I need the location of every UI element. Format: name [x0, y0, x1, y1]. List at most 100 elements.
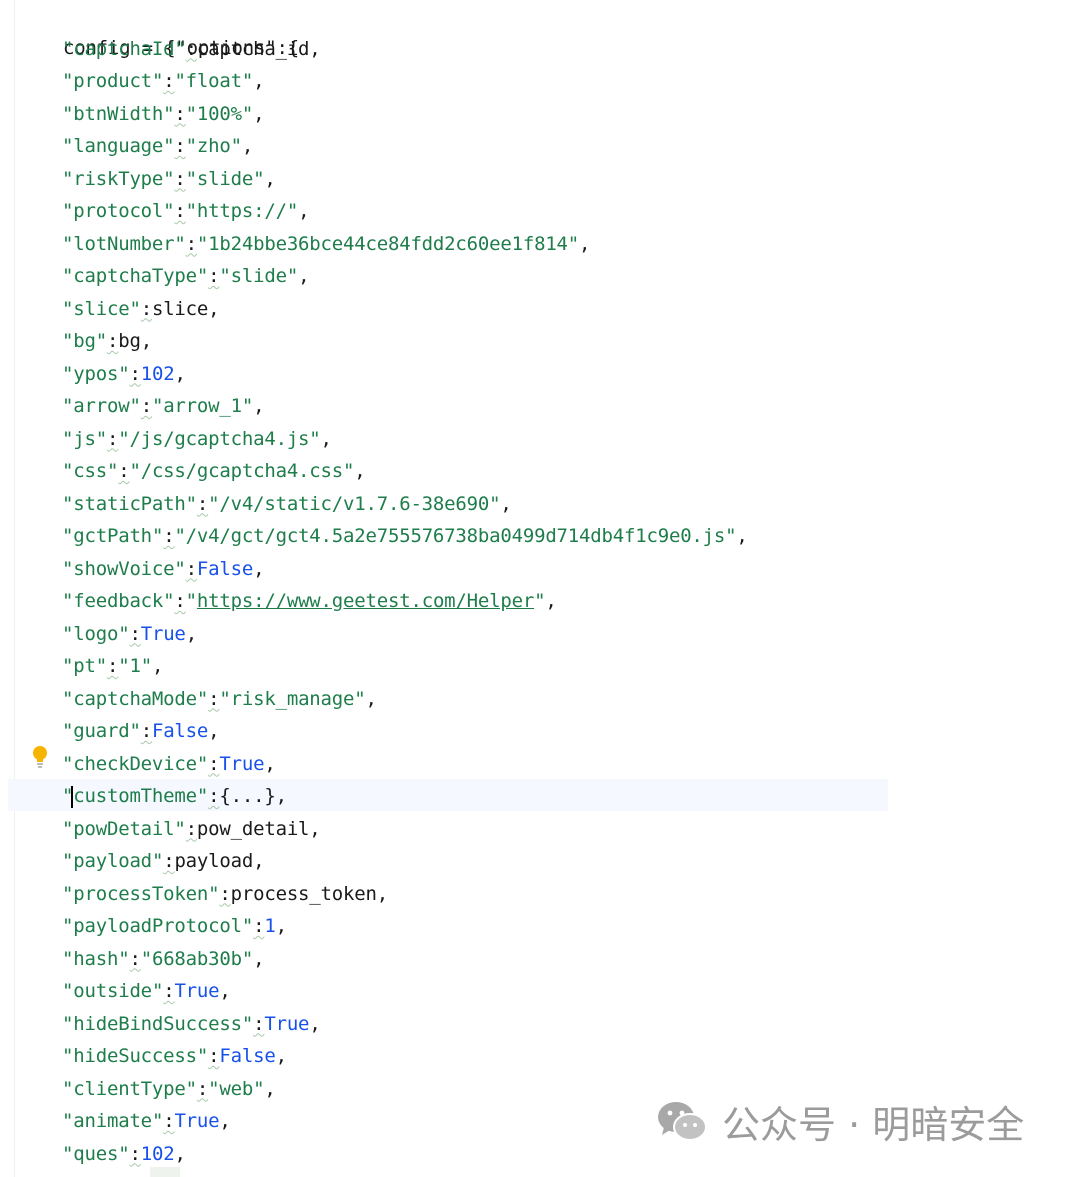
colon-separator: : [253, 915, 265, 937]
code-line-pt[interactable]: "pt":"1", [62, 650, 163, 682]
code-line-guard[interactable]: "guard":False, [62, 715, 220, 747]
key-quote: " [129, 720, 141, 742]
value-str: "/v4/static/v1.7.6-38e690" [208, 492, 501, 515]
key-name: staticPath [73, 492, 186, 515]
key-quote: " [151, 850, 164, 872]
key-quote: " [62, 362, 74, 385]
code-line-showvoice[interactable]: "showVoice":False, [62, 553, 265, 585]
code-line-hash[interactable]: "hash":"668ab30b", [62, 943, 265, 975]
key-quote: " [163, 590, 175, 612]
colon-separator: : [163, 70, 175, 92]
next-line-fragment [150, 1167, 180, 1177]
code-line-processtoken[interactable]: "processToken":process_token, [62, 878, 388, 910]
code-line-lotnumber[interactable]: "lotNumber":"1b24bbe36bce44ce84fdd2c60ee… [62, 228, 590, 260]
colon-separator: : [163, 980, 175, 1002]
key-name: checkDevice [73, 752, 197, 775]
key-name: hash [73, 947, 119, 970]
key-name: clientType [73, 1077, 186, 1100]
code-line-clienttype[interactable]: "clientType":"web", [62, 1073, 276, 1105]
code-line-product[interactable]: "product":"float", [62, 65, 265, 97]
code-line-logo[interactable]: "logo":True, [62, 618, 197, 650]
code-line-ques[interactable]: "ques":102, [62, 1138, 186, 1170]
code-line-captchaid[interactable]: "captchaId":captcha_id, [62, 33, 321, 65]
code-line-staticpath[interactable]: "staticPath":"/v4/static/v1.7.6-38e690", [62, 488, 512, 520]
key-quote: " [196, 752, 209, 775]
key-quote: " [62, 915, 74, 937]
colon-separator: : [129, 622, 141, 645]
code-line-language[interactable]: "language":"zho", [62, 130, 253, 162]
code-line-captchatype[interactable]: "captchaType":"slide", [62, 260, 310, 292]
code-line-btnwidth[interactable]: "btnWidth":"100%", [62, 98, 265, 130]
colon-separator: : [163, 1110, 175, 1132]
key-quote: " [163, 200, 175, 222]
lightbulb-icon[interactable] [31, 745, 49, 769]
trailing-comma: , [253, 102, 265, 125]
key-quote: " [118, 622, 130, 645]
trailing-comma: , [253, 947, 265, 970]
value-str: "/js/gcaptcha4.js" [118, 427, 321, 450]
code-line-gctpath[interactable]: "gctPath":"/v4/gct/gct4.5a2e755576738ba0… [62, 520, 748, 552]
value-kw: True [140, 622, 186, 645]
value-quote: " [185, 590, 197, 612]
code-line-css[interactable]: "css":"/css/gcaptcha4.css", [62, 455, 366, 487]
code-line-customtheme[interactable]: "customTheme":{...}, [62, 780, 287, 812]
value-str: "https://" [185, 200, 299, 222]
key-quote: " [129, 297, 141, 320]
code-line-ypos[interactable]: "ypos":102, [62, 358, 186, 390]
trailing-comma: , [275, 1045, 287, 1067]
code-line-js[interactable]: "js":"/js/gcaptcha4.js", [62, 423, 332, 455]
value-str: "slide" [219, 265, 299, 287]
value-var: pow_detail [196, 817, 310, 840]
code-line-checkdevice[interactable]: "checkDevice":True, [62, 748, 276, 780]
colon-separator: : [163, 525, 175, 547]
value-num: 102 [140, 1142, 175, 1165]
code-line-protocol[interactable]: "protocol":"https://", [62, 195, 310, 227]
value-str: "1b24bbe36bce44ce84fdd2c60ee1f814" [196, 232, 580, 255]
colon-separator: : [174, 590, 186, 612]
colon-separator: : [118, 460, 130, 482]
trailing-comma: , [309, 37, 321, 60]
gutter-divider [14, 0, 15, 1177]
value-num: 1 [264, 915, 276, 937]
code-line-slice[interactable]: "slice":slice, [62, 293, 220, 325]
key-quote: " [95, 655, 107, 677]
code-line-bg[interactable]: "bg":bg, [62, 325, 152, 357]
code-line-powdetail[interactable]: "powDetail":pow_detail, [62, 813, 321, 845]
trailing-comma: , [320, 427, 332, 450]
key-quote: " [62, 655, 74, 677]
key-name: language [73, 135, 164, 157]
code-line-feedback[interactable]: "feedback":"https://www.geetest.com/Help… [62, 585, 557, 617]
key-quote: " [62, 850, 74, 872]
code-line-payloadprotocol[interactable]: "payloadProtocol":1, [62, 910, 287, 942]
key-quote: " [62, 1045, 74, 1067]
colon-separator: : [106, 655, 119, 677]
key-quote: " [62, 102, 74, 125]
trailing-comma: , [545, 590, 557, 612]
key-name: captchaMode [73, 687, 197, 710]
key-quote: " [196, 1045, 209, 1067]
key-quote: " [118, 362, 130, 385]
key-quote: " [185, 1077, 197, 1100]
code-line-arrow[interactable]: "arrow":"arrow_1", [62, 390, 265, 422]
code-line-animate[interactable]: "animate":True, [62, 1105, 231, 1137]
value-str: "/v4/gct/gct4.5a2e755576738ba0499d714db4… [174, 525, 737, 547]
colon-separator: : [174, 102, 186, 125]
code-line-payload[interactable]: "payload":payload, [62, 845, 265, 877]
code-line-outside[interactable]: "outside":True, [62, 975, 231, 1007]
key-name: protocol [73, 200, 164, 222]
code-line-captchamode[interactable]: "captchaMode":"risk_manage", [62, 683, 377, 715]
trailing-comma: , [140, 330, 152, 352]
key-quote: " [106, 460, 119, 482]
key-quote: " [62, 687, 74, 710]
code-line-hidesuccess[interactable]: "hideSuccess":False, [62, 1040, 287, 1072]
code-editor[interactable]: config = {"options":{ "captchaId":captch… [0, 0, 1080, 1177]
config-header-line[interactable]: config = {"options":{ [18, 0, 299, 59]
colon-separator: : [163, 850, 175, 872]
colon-separator: : [219, 882, 231, 905]
key-name: bg [73, 330, 96, 352]
key-quote: " [118, 1142, 130, 1165]
key-name: animate [73, 1110, 152, 1132]
code-line-risktype[interactable]: "riskType":"slide", [62, 163, 276, 195]
colon-separator: : [106, 427, 119, 450]
code-line-hidebindsuccess[interactable]: "hideBindSuccess":True, [62, 1008, 321, 1040]
